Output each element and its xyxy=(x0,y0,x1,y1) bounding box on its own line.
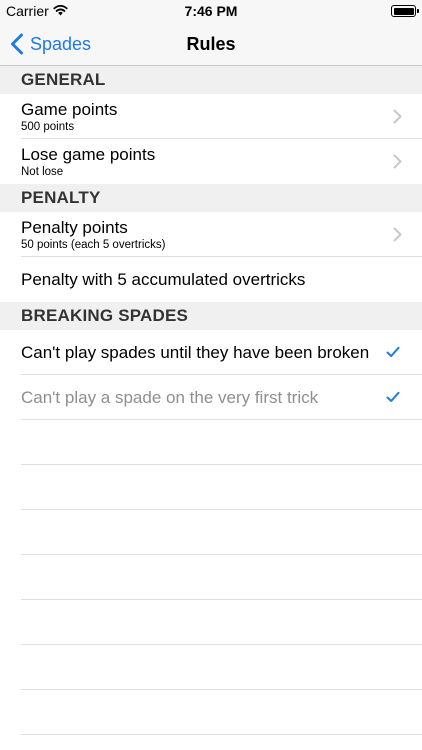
game-points-title: Game points xyxy=(21,100,118,119)
until-broken-title: Can't play spades until they have been b… xyxy=(21,343,370,362)
game-points-row[interactable]: Game points 500 points xyxy=(0,94,422,139)
page-title: Rules xyxy=(186,34,236,54)
chevron-right-icon xyxy=(393,227,402,242)
empty-row xyxy=(0,555,422,600)
section-header-penalty: PENALTY xyxy=(0,184,422,212)
empty-row xyxy=(0,690,422,735)
empty-row xyxy=(0,420,422,465)
penalty-accumulated-row[interactable]: Penalty with 5 accumulated overtricks xyxy=(0,257,422,302)
navigation-bar: Spades Rules xyxy=(0,22,422,66)
row-separator xyxy=(21,734,422,735)
lose-game-points-title: Lose game points xyxy=(21,145,156,164)
empty-row xyxy=(0,645,422,690)
section-header-general: GENERAL xyxy=(0,66,422,94)
penalty-points-title: Penalty points xyxy=(21,218,128,237)
clock-time: 7:46 PM xyxy=(184,3,238,19)
chevron-right-icon xyxy=(393,109,402,124)
penalty-points-value: 50 points (each 5 overtricks) xyxy=(21,239,166,251)
empty-row xyxy=(0,465,422,510)
empty-row xyxy=(0,510,422,555)
section-header-breaking-spades: BREAKING SPADES xyxy=(0,302,422,330)
checkmark-icon xyxy=(386,391,400,402)
empty-row xyxy=(0,600,422,645)
first-trick-title: Can't play a spade on the very first tri… xyxy=(21,388,319,407)
penalty-points-row[interactable]: Penalty points 50 points (each 5 overtri… xyxy=(0,212,422,257)
battery-fill xyxy=(393,7,414,15)
battery-icon xyxy=(391,5,419,17)
status-bar: Carrier 7:46 PM xyxy=(0,0,422,22)
game-points-value: 500 points xyxy=(21,121,75,133)
checkmark-icon xyxy=(386,346,400,357)
first-trick-row[interactable]: Can't play a spade on the very first tri… xyxy=(0,375,422,420)
rules-table[interactable]: GENERAL Game points 500 points Lose game… xyxy=(0,66,422,750)
penalty-accumulated-title: Penalty with 5 accumulated overtricks xyxy=(21,270,306,289)
until-broken-row[interactable]: Can't play spades until they have been b… xyxy=(0,330,422,375)
chevron-right-icon xyxy=(393,154,402,169)
lose-game-points-value: Not lose xyxy=(21,166,64,178)
lose-game-points-row[interactable]: Lose game points Not lose xyxy=(0,139,422,184)
